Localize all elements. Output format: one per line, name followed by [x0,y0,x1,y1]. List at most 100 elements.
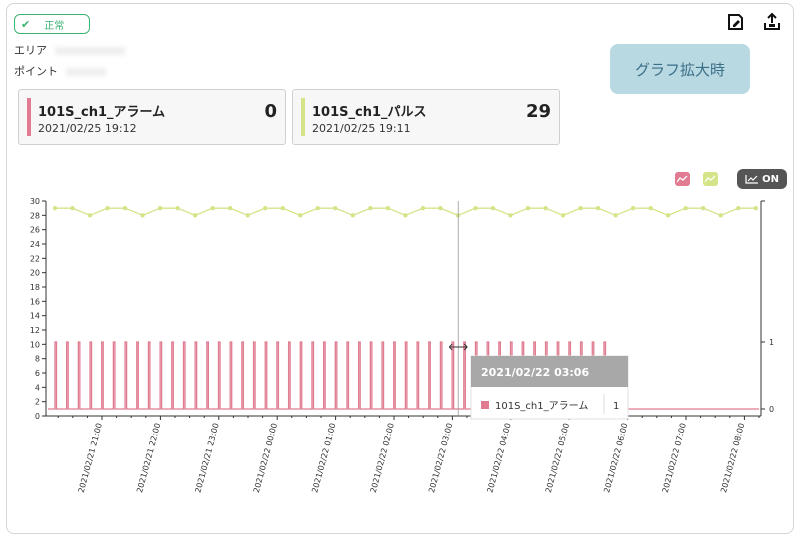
save-edit-icon[interactable] [726,12,746,32]
y-tick-label: 26 [30,226,40,235]
pulse-data-point [701,205,706,211]
pulse-data-point [508,213,513,218]
y-right-tick-label: 0 [769,405,774,414]
pulse-data-point [228,205,233,211]
pulse-data-point [473,205,478,211]
tooltip-series-name: 101S_ch1_アラーム [495,400,588,412]
pulse-data-point [157,205,163,211]
card-name: 101S_ch1_パルス [312,105,427,120]
value-card-alarm[interactable]: 101S_ch1_アラーム 2021/02/25 19:12 0 [18,89,286,145]
pulse-data-point [753,205,758,211]
card-time: 2021/02/25 19:11 [312,122,411,135]
pulse-data-point [315,205,320,211]
pulse-series-icon[interactable] [703,172,718,186]
pulse-data-point [490,205,496,211]
tooltip-value: 1 [613,401,619,412]
y-tick-label: 8 [35,355,40,364]
series-color-bar [27,98,31,136]
x-tick-label: 2021/02/22 05:00 [544,422,571,494]
pulse-data-point [263,205,268,211]
point-value-redacted [66,68,106,76]
pulse-data-point [175,205,180,211]
alarm-series-icon[interactable] [675,172,690,186]
pulse-data-point [683,205,688,211]
y-tick-label: 14 [30,312,40,321]
x-tick-label: 2021/02/22 02:00 [369,422,396,494]
y-tick-label: 22 [30,254,40,263]
x-tick-label: 2021/02/22 03:00 [427,422,454,494]
pulse-data-point [87,213,93,218]
series-color-bar [301,98,305,136]
y-tick-label: 2 [35,398,40,407]
y-tick-label: 30 [30,197,40,206]
pulse-data-point [70,205,75,211]
pulse-data-point [245,213,250,218]
y-tick-label: 12 [30,326,40,335]
y-tick-label: 20 [30,269,40,278]
pulse-data-point [666,213,671,218]
y-tick-label: 24 [30,240,40,249]
value-card-pulse[interactable]: 101S_ch1_パルス 2021/02/25 19:11 29 [292,89,560,145]
pulse-data-point [122,205,128,211]
x-tick-label: 2021/02/22 08:00 [719,422,746,494]
pulse-data-point [420,205,426,211]
time-series-chart[interactable]: 024681012141618202224262830012021/02/21 … [0,190,800,520]
area-row: エリア [14,42,125,58]
graph-toggle-button[interactable]: ON [737,169,787,189]
pulse-data-point [525,205,531,211]
pulse-data-point [385,205,391,211]
y-tick-label: 18 [30,283,40,292]
pulse-data-point [648,205,653,211]
pulse-data-point [438,205,443,211]
x-tick-label: 2021/02/22 07:00 [661,422,688,494]
pulse-data-point [140,213,145,218]
x-tick-label: 2021/02/21 23:00 [193,422,220,494]
pulse-data-point [718,213,723,218]
area-label: エリア [14,44,47,57]
tooltip-series-swatch [481,401,489,409]
pulse-data-point [210,205,215,211]
card-value: 0 [264,101,277,122]
point-row: ポイント [14,63,106,79]
pulse-data-point [578,205,583,211]
pulse-data-point [298,213,303,218]
card-value: 29 [525,101,551,122]
pulse-data-point [333,205,338,211]
pulse-data-point [280,205,285,211]
y-tick-label: 10 [30,340,40,349]
y-tick-label: 6 [35,369,40,378]
y-tick-label: 16 [30,297,40,306]
pulse-data-point [736,205,741,211]
y-tick-label: 0 [35,412,40,421]
pulse-data-point [368,205,373,211]
x-tick-label: 2021/02/22 01:00 [310,422,337,494]
pulse-data-point [350,213,356,218]
pulse-data-point [403,213,408,218]
pulse-data-point [630,205,636,211]
point-label: ポイント [14,65,58,78]
pulse-data-point [105,205,110,211]
upload-icon[interactable] [762,12,782,32]
check-icon: ✔ [21,17,31,31]
pulse-data-point [613,213,618,218]
pulse-data-point [560,213,566,218]
pulse-data-point [595,205,601,211]
status-label: 正常 [44,20,65,32]
y-right-tick-label: 1 [769,338,774,347]
x-tick-label: 2021/02/22 04:00 [485,422,512,494]
line-chart-icon [745,175,759,184]
pulse-data-point [192,213,198,218]
x-tick-label: 2021/02/22 06:00 [602,422,629,494]
x-tick-label: 2021/02/21 22:00 [135,422,162,494]
toggle-label: ON [762,173,779,185]
y-tick-label: 4 [35,383,40,392]
pulse-data-point [543,205,548,211]
x-tick-label: 2021/02/21 21:00 [77,422,104,494]
tooltip-title: 2021/02/22 03:06 [481,366,589,379]
pulse-data-point [52,205,58,211]
card-time: 2021/02/25 19:12 [38,122,137,135]
card-name: 101S_ch1_アラーム [38,105,166,120]
alarm-series-line [48,341,759,410]
area-value-redacted [55,47,125,55]
zoom-graph-button[interactable]: グラフ拡大時 [610,44,750,94]
